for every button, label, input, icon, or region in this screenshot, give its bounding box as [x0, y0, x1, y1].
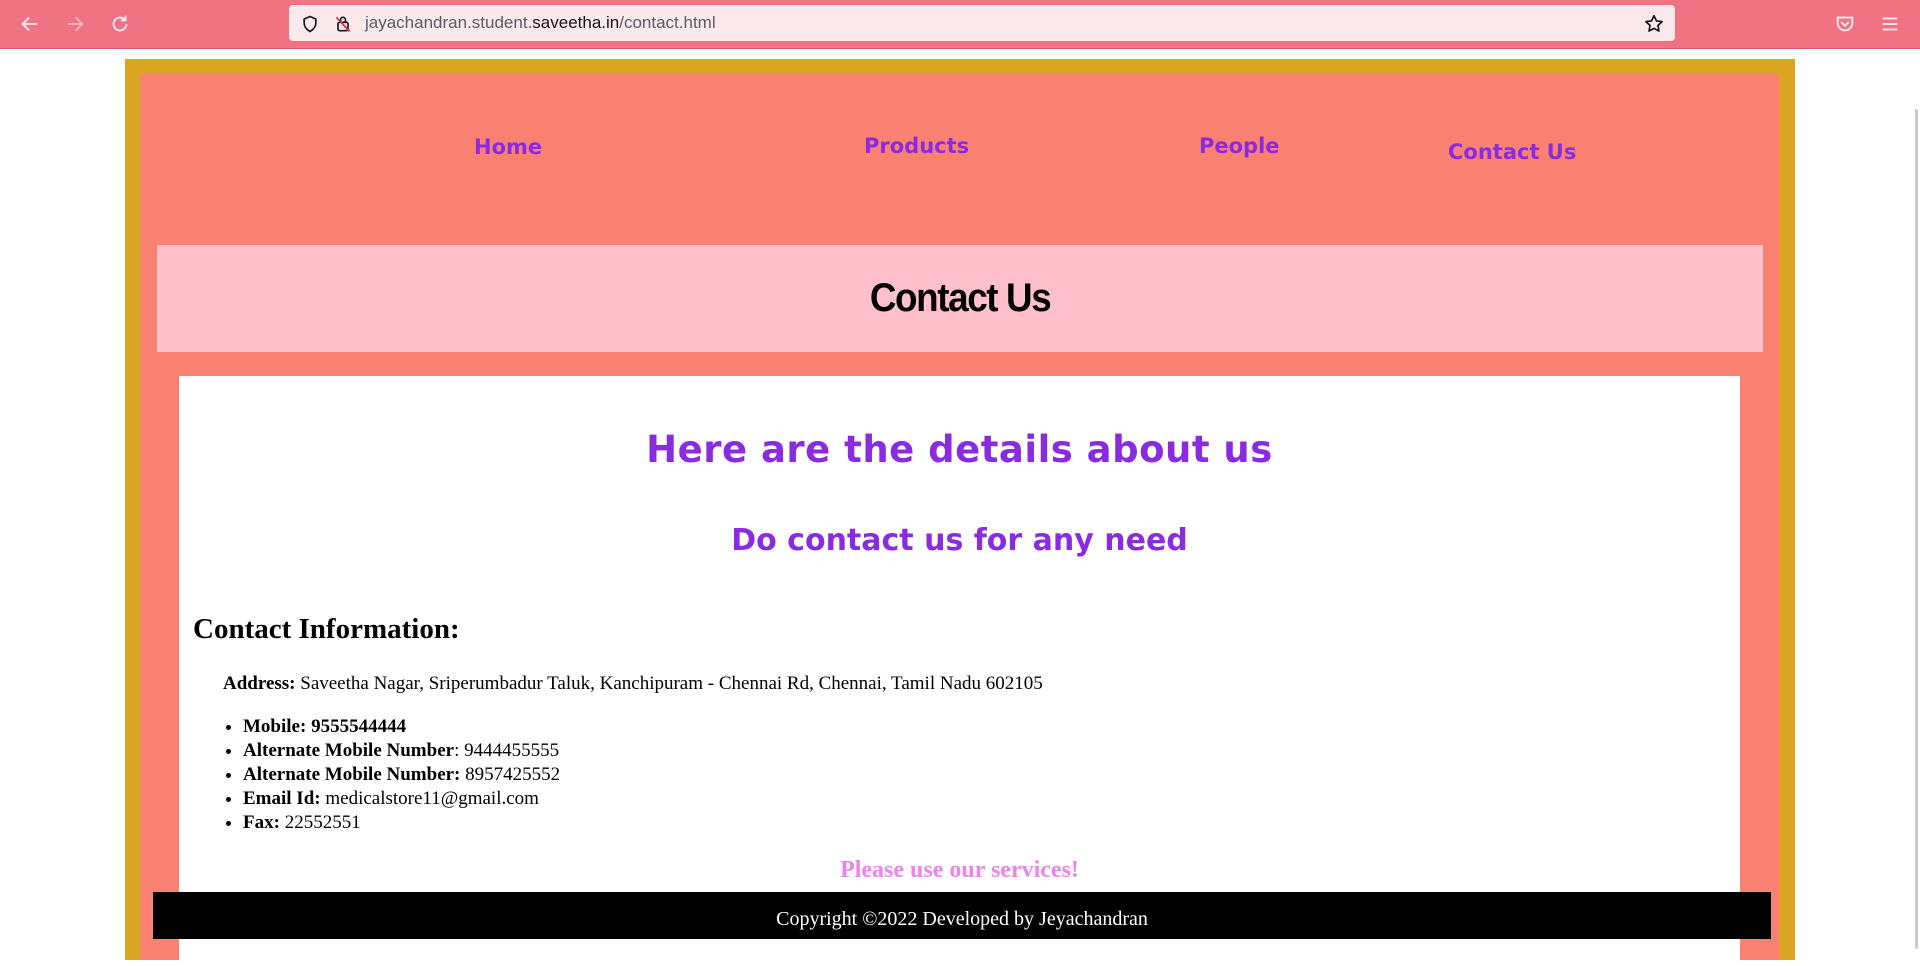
permissions-icon[interactable] — [333, 14, 353, 34]
detail-value: 8957425552 — [460, 764, 561, 785]
footer: Copyright ©2022 Developed by Jeyachandra… — [153, 892, 1771, 939]
page-title-banner: Contact Us — [157, 245, 1763, 352]
browser-toolbar: jayachandran.student.saveetha.in/contact… — [0, 0, 1920, 49]
menu-icon — [1882, 17, 1898, 31]
copyright-text: Copyright ©2022 Developed by Jeyachandra… — [776, 908, 1148, 930]
page-container: Home Products People Contact Us Contact … — [140, 74, 1779, 966]
pocket-icon — [1836, 16, 1854, 32]
scrollbar[interactable] — [1912, 49, 1920, 960]
back-button[interactable] — [16, 10, 44, 38]
detail-value: : 9444455555 — [454, 740, 560, 761]
shield-icon[interactable] — [300, 14, 320, 34]
bookmark-star-icon[interactable] — [1643, 13, 1665, 35]
scrollbar-thumb[interactable] — [1915, 109, 1918, 949]
list-item-mobile: Mobile: 9555544444 — [243, 715, 560, 739]
contact-details-list: Mobile: 9555544444 Alternate Mobile Numb… — [223, 715, 560, 835]
contact-subheading: Do contact us for any need — [731, 523, 1188, 558]
address-line: Address: Saveetha Nagar, Sriperumbadur T… — [223, 673, 1043, 695]
url-path: /contact.html — [619, 13, 716, 32]
detail-value: medicalstore11@gmail.com — [320, 788, 539, 809]
detail-label: Email Id: — [243, 788, 321, 809]
url-prefix: jayachandran.student. — [365, 13, 533, 32]
list-item-email: Email Id: medicalstore11@gmail.com — [243, 787, 560, 811]
url-host: saveetha.in — [532, 13, 620, 32]
detail-label: Alternate Mobile Number: — [243, 764, 461, 785]
detail-label: Fax: — [243, 812, 280, 833]
address-bar[interactable]: jayachandran.student.saveetha.in/contact… — [289, 5, 1675, 41]
contact-content-panel: Here are the details about us Do contact… — [179, 376, 1740, 966]
reload-icon — [112, 15, 128, 32]
detail-label: Alternate Mobile Number — [243, 740, 455, 761]
closing-message: Please use our services! — [840, 857, 1079, 883]
back-arrow-icon — [21, 16, 38, 32]
list-item-fax: Fax: 22552551 — [243, 811, 560, 835]
forward-button[interactable] — [61, 10, 89, 38]
nav-link-home[interactable]: Home — [474, 135, 542, 159]
details-heading: Here are the details about us — [646, 428, 1273, 471]
detail-value: 22552551 — [279, 812, 361, 833]
nav-link-contact[interactable]: Contact Us — [1448, 140, 1576, 164]
app-menu-button[interactable] — [1876, 10, 1904, 38]
forward-arrow-icon — [67, 16, 84, 32]
pocket-button[interactable] — [1831, 10, 1859, 38]
address-value: Saveetha Nagar, Sriperumbadur Taluk, Kan… — [295, 673, 1043, 694]
reload-button[interactable] — [106, 10, 134, 38]
list-item-alt-mobile-2: Alternate Mobile Number: 8957425552 — [243, 763, 560, 787]
url-text[interactable]: jayachandran.student.saveetha.in/contact… — [365, 13, 716, 33]
list-item-alt-mobile-1: Alternate Mobile Number: 9444455555 — [243, 739, 560, 763]
contact-information-title: Contact Information: — [193, 613, 460, 645]
nav-link-people[interactable]: People — [1199, 134, 1280, 158]
detail-label: Mobile: 9555544444 — [243, 716, 407, 737]
nav-link-products[interactable]: Products — [864, 134, 969, 158]
top-navigation: Home Products People Contact Us — [140, 74, 1779, 244]
page-title: Contact Us — [869, 276, 1052, 320]
address-label: Address: — [223, 673, 296, 694]
